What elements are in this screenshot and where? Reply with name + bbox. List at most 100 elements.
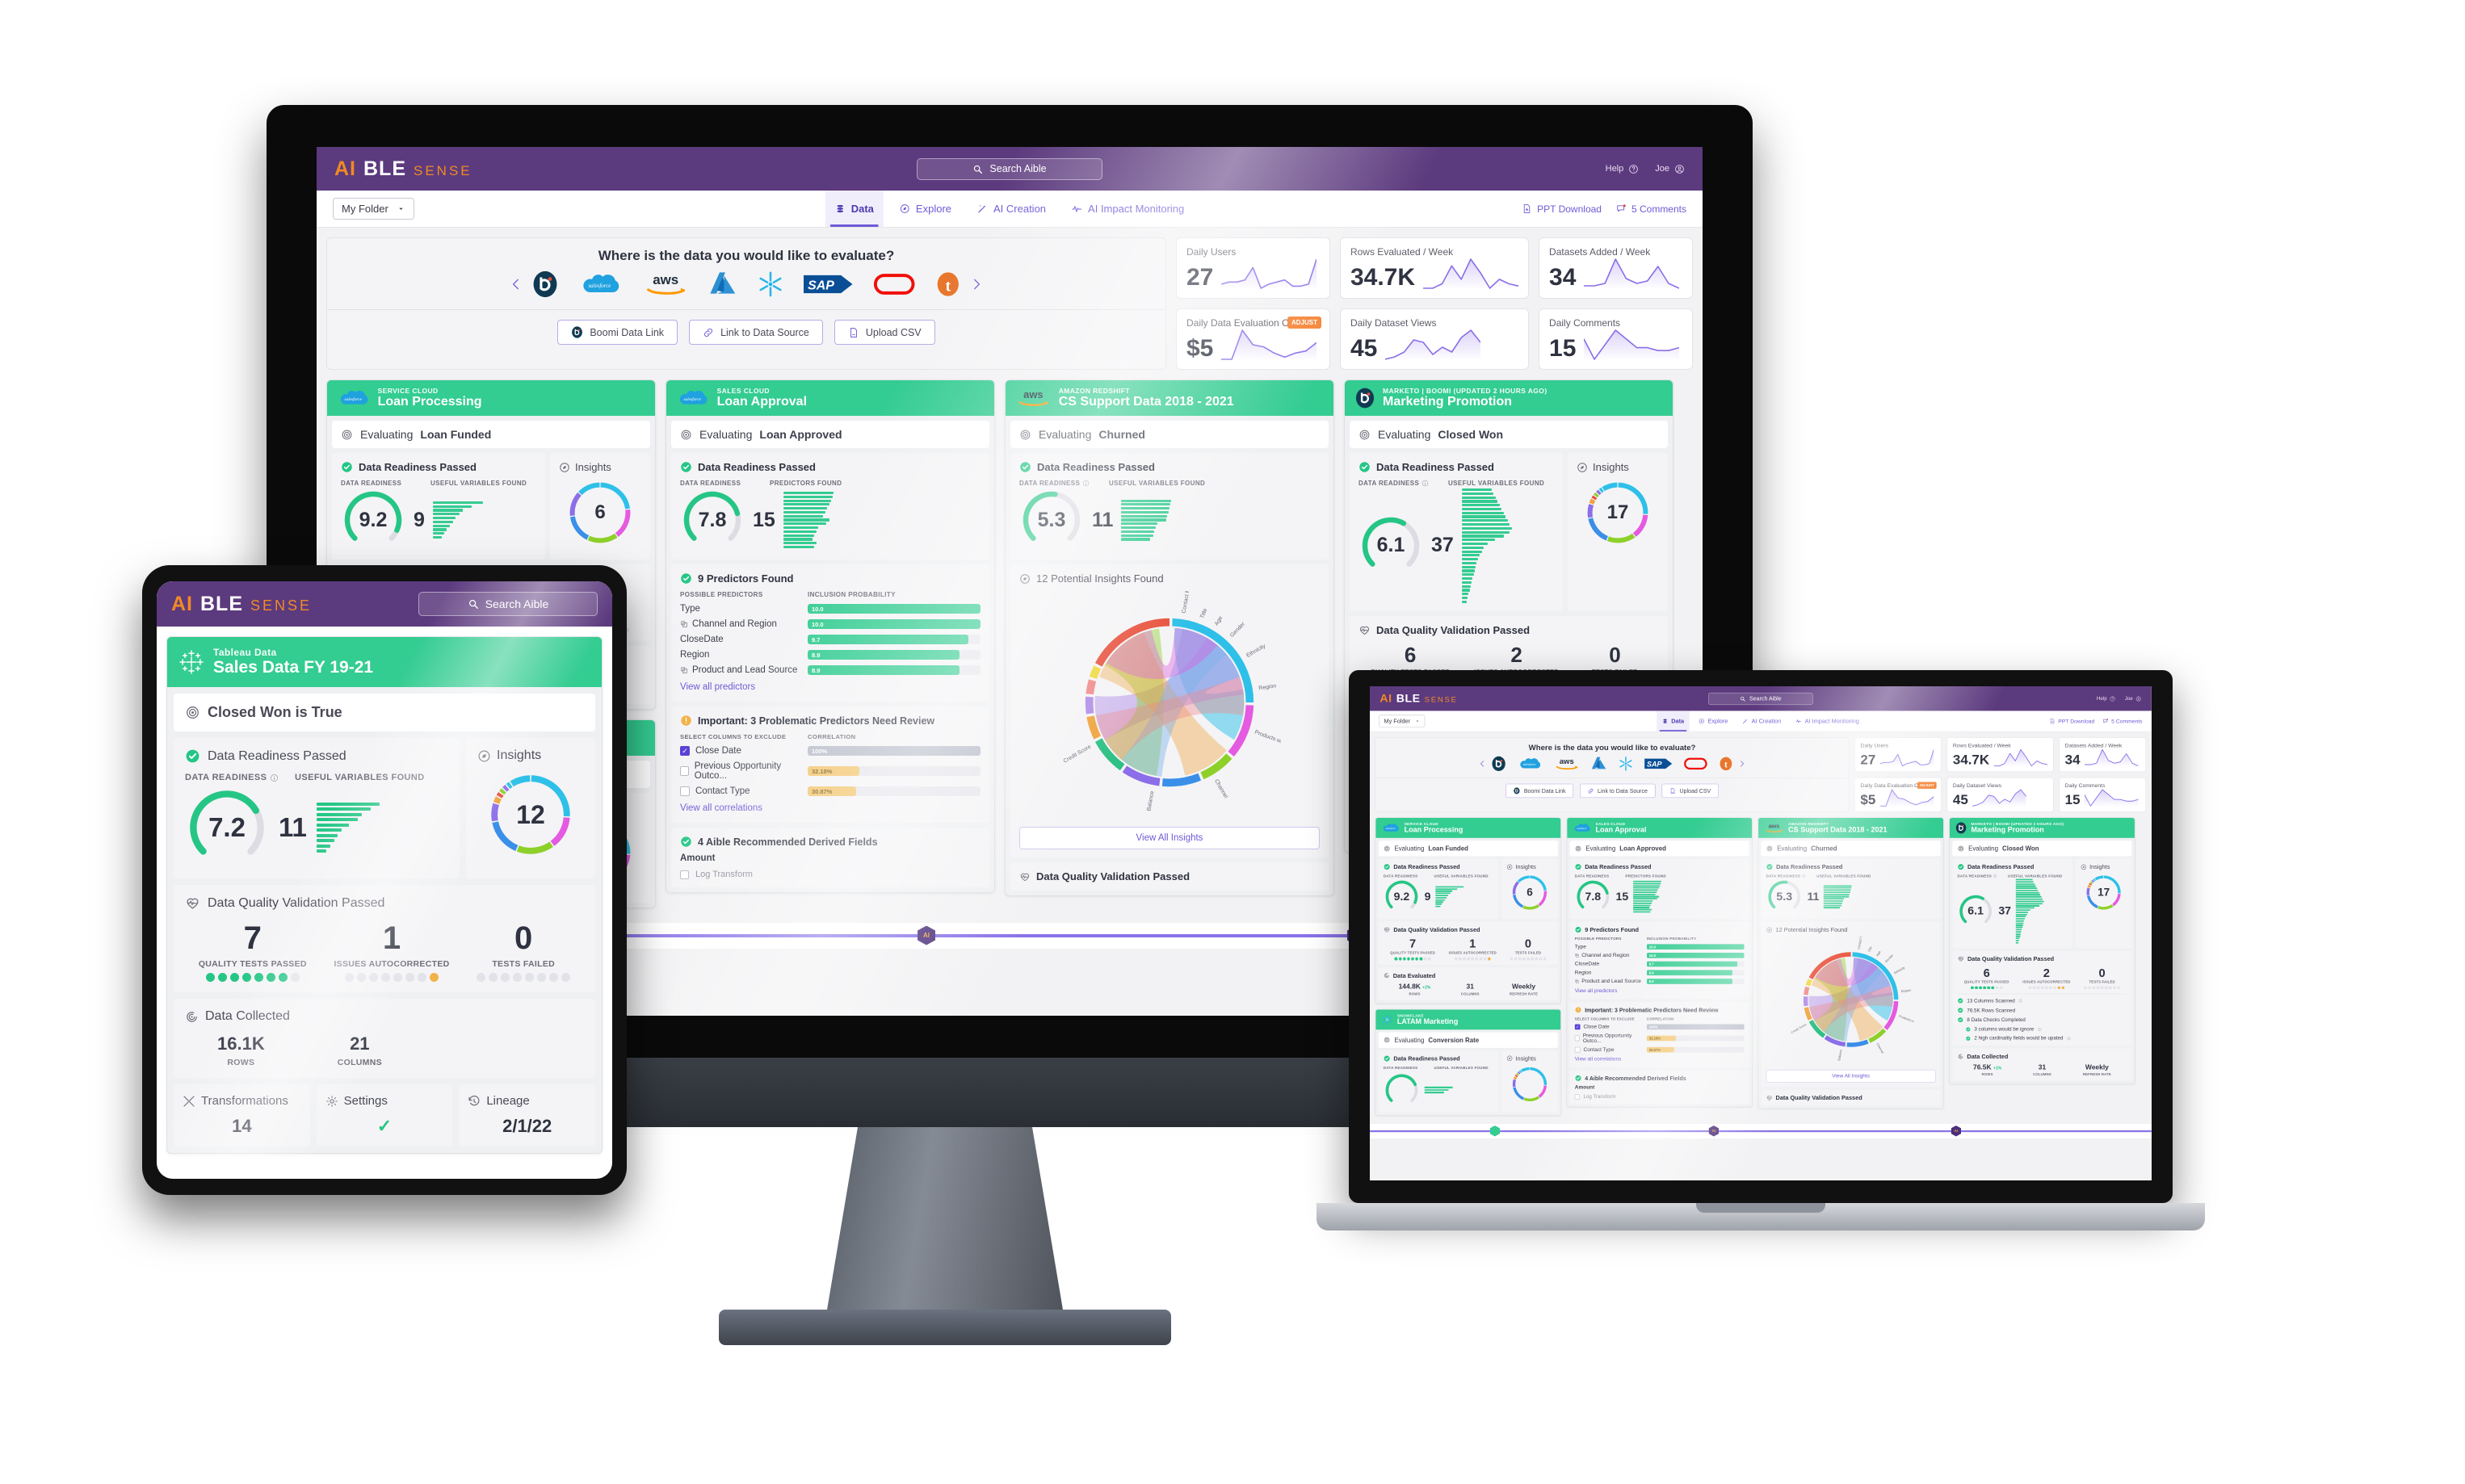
oracle-logo[interactable]	[872, 270, 916, 298]
source-next-button[interactable]	[969, 277, 984, 291]
kpi-card[interactable]: Daily Dataset Views 45	[1339, 308, 1530, 370]
dataset-card[interactable]: salesforce SALES CLOUD Loan Approval Evalua…	[666, 379, 995, 893]
tableau-logo[interactable]: t	[1719, 756, 1733, 771]
boomi-data-link-button[interactable]: Boomi Data Link	[557, 320, 678, 345]
folder-selector[interactable]: My Folder	[333, 198, 414, 220]
log-transform-checkbox[interactable]	[1574, 1094, 1581, 1100]
kpi-card[interactable]: Daily Data Evaluation Costs ADJUST $5	[1854, 777, 1942, 812]
search-input[interactable]: Search Aible	[917, 157, 1102, 180]
marker-aible-1[interactable]: AI	[918, 925, 936, 945]
kpi-card[interactable]: Daily Users 27	[1854, 737, 1942, 773]
view-all-predictors-link[interactable]: View all predictors	[1575, 988, 1618, 994]
exclude-checkbox[interactable]	[680, 766, 689, 776]
snowflake-logo[interactable]	[757, 270, 784, 298]
comment-button[interactable]: 5 Comments	[1616, 203, 1686, 215]
source-next-button[interactable]	[1737, 760, 1745, 768]
marker-aible-2[interactable]: AI	[1951, 1125, 1962, 1137]
boomi-icon[interactable]	[1354, 388, 1375, 409]
tableau-cross-icon[interactable]	[178, 649, 204, 675]
kpi-card[interactable]: Daily Users 27	[1176, 237, 1330, 299]
tab-data[interactable]: Data	[825, 191, 884, 227]
view-all-predictors-link[interactable]: View all predictors	[680, 682, 755, 692]
upload-csv-button[interactable]: Upload CSV	[834, 320, 935, 345]
footer-tab-settings[interactable]: Settings ✓	[316, 1084, 453, 1147]
view-all-correlations-link[interactable]: View all correlations	[1575, 1057, 1622, 1063]
log-transform-checkbox[interactable]	[680, 870, 689, 879]
salesforce-logo[interactable]: salesforce	[578, 270, 622, 298]
kpi-card[interactable]: Datasets Added / Week 34	[1539, 237, 1693, 299]
footer-tab-transformations[interactable]: Transformations 14	[174, 1084, 310, 1147]
ppt-download-button[interactable]: PPT Download	[1522, 203, 1602, 215]
boomi-icon[interactable]	[1514, 787, 1520, 794]
kpi-card[interactable]: Daily Comments 15	[1539, 308, 1693, 370]
view-all-insights-button[interactable]: View All Insights	[1766, 1069, 1936, 1083]
comment-button[interactable]: 5 Comments	[2102, 718, 2143, 724]
exclude-checkbox[interactable]	[680, 786, 690, 796]
tab-explore[interactable]: Explore	[1693, 711, 1733, 731]
help-button[interactable]: Help	[2097, 696, 2115, 702]
salesforce-icon[interactable]: salesforce	[1573, 822, 1591, 834]
sap-logo[interactable]: SAP	[1644, 756, 1673, 771]
boomi-logo[interactable]	[1491, 756, 1506, 771]
exclude-checkbox[interactable]: ✓	[680, 746, 690, 756]
tab-ai-impact-monitoring[interactable]: AI Impact Monitoring	[1062, 191, 1194, 227]
kpi-card[interactable]: Daily Data Evaluation Costs ADJUST $5	[1176, 308, 1330, 370]
user-menu[interactable]: Joe	[2125, 696, 2142, 702]
tab-explore[interactable]: Explore	[890, 191, 961, 227]
marker-aible-1[interactable]: AI	[1708, 1125, 1720, 1137]
upload-csv-button[interactable]: Upload CSV	[1661, 783, 1719, 799]
process-timeline[interactable]: AI AI	[1370, 1123, 2152, 1138]
ppt-download-button[interactable]: PPT Download	[2050, 718, 2094, 724]
snowflake-icon[interactable]	[1381, 1013, 1393, 1025]
dataset-card[interactable]: salesforce SERVICE CLOUD Loan Processing Ev…	[1375, 817, 1561, 1004]
aws-logo[interactable]: aws	[642, 270, 689, 298]
snowflake-logo[interactable]	[1618, 756, 1633, 771]
kpi-card[interactable]: Rows Evaluated / Week 34.7K	[1946, 737, 2054, 773]
log-transform-option[interactable]: Log Transform	[1574, 1094, 1745, 1100]
boomi-icon[interactable]	[571, 326, 583, 338]
dataset-card-secondary[interactable]: SNOWFLAKELATAM Marketing EvaluatingConver…	[1375, 1008, 1561, 1116]
tableau-logo[interactable]: t	[935, 270, 961, 298]
azure-logo[interactable]	[708, 270, 737, 298]
dataset-card[interactable]: aws AMAZON REDSHIFT CS Support Data 2018 -…	[1005, 379, 1334, 896]
salesforce-icon[interactable]: salesforce	[676, 388, 710, 409]
log-transform-option[interactable]: Log Transform	[680, 870, 981, 879]
link-to-data-source-button[interactable]: Link to Data Source	[1580, 783, 1656, 799]
marker-green[interactable]	[1489, 1125, 1501, 1137]
tab-ai-impact-monitoring[interactable]: AI Impact Monitoring	[1791, 711, 1865, 731]
view-all-correlations-link[interactable]: View all correlations	[680, 803, 762, 813]
link-to-data-source-button[interactable]: Link to Data Source	[689, 320, 823, 345]
aws-logo[interactable]: aws	[1553, 756, 1580, 771]
folder-selector[interactable]: My Folder	[1379, 715, 1426, 727]
boomi-icon[interactable]	[1955, 822, 1967, 834]
salesforce-icon[interactable]: salesforce	[1381, 822, 1400, 834]
exclude-checkbox[interactable]	[1574, 1035, 1580, 1042]
source-prev-button[interactable]	[1478, 760, 1486, 768]
dataset-card[interactable]: Tableau Data Sales Data FY 19-21 Closed Wo…	[166, 636, 603, 1154]
dataset-card[interactable]: aws AMAZON REDSHIFT CS Support Data 2018 -…	[1757, 817, 1944, 1109]
search-input[interactable]: Search Aible	[418, 592, 598, 616]
kpi-card[interactable]: Daily Comments 15	[2059, 777, 2147, 812]
dataset-card[interactable]: MARKETO | BOOMI (UPDATED 2 HOURS AGO) Mar…	[1949, 817, 2135, 1085]
sap-logo[interactable]: SAP	[804, 270, 853, 298]
salesforce-logo[interactable]: salesforce	[1518, 756, 1543, 771]
oracle-logo[interactable]	[1683, 756, 1708, 771]
dataset-card[interactable]: salesforce SALES CLOUD Loan Approval Evalua…	[1566, 817, 1753, 1108]
aws-icon[interactable]: aws	[1764, 822, 1784, 834]
kpi-card[interactable]: Daily Dataset Views 45	[1946, 777, 2054, 812]
boomi-data-link-button[interactable]: Boomi Data Link	[1505, 783, 1574, 799]
exclude-checkbox[interactable]	[1574, 1046, 1581, 1053]
boomi-logo[interactable]	[531, 270, 559, 298]
azure-logo[interactable]	[1591, 756, 1607, 771]
tab-data[interactable]: Data	[1657, 711, 1690, 732]
search-input[interactable]: Search Aible	[1708, 692, 1813, 705]
tab-ai-creation[interactable]: AI Creation	[968, 191, 1056, 227]
view-all-insights-button[interactable]: View All Insights	[1019, 827, 1320, 849]
user-menu[interactable]: Joe	[1655, 164, 1685, 174]
adjust-badge[interactable]: ADJUST	[1917, 782, 1937, 789]
footer-tab-lineage[interactable]: Lineage 2/1/22	[459, 1084, 596, 1147]
kpi-card[interactable]: Datasets Added / Week 34	[2059, 737, 2147, 773]
adjust-badge[interactable]: ADJUST	[1287, 317, 1321, 329]
tab-ai-creation[interactable]: AI Creation	[1737, 711, 1787, 731]
exclude-checkbox[interactable]: ✓	[1574, 1024, 1581, 1030]
